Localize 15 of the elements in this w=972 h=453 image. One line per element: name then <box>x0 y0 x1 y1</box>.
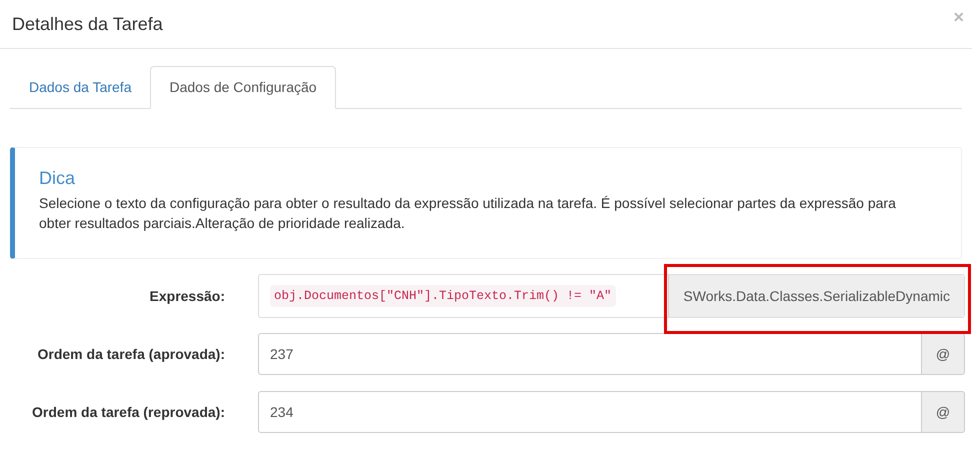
tip-title: Dica <box>39 169 76 187</box>
input-addon: @ <box>922 391 965 433</box>
tab[interactable]: Dados de Configuração <box>150 66 336 109</box>
result-addon: SWorks.Data.Classes.SerializableDynamic <box>668 275 964 317</box>
expression-code: obj.Documentos["CNH"].TipoTexto.Trim() != "A" <box>270 284 616 308</box>
tab[interactable]: Dados da Tarefa <box>10 66 150 108</box>
dialog-title: Detalhes da Tarefa <box>12 12 163 36</box>
expression-field[interactable]: obj.Documentos["CNH"].TipoTexto.Trim() != "A" SWorks.Data.Classes.SerializableDynamic <box>258 274 965 318</box>
field-label: Ordem da tarefa (aprovada): <box>36 344 225 364</box>
input-addon: @ <box>922 333 965 375</box>
tip-text: Selecione o texto da configuração para obter o resultado da expressão utilizada na tarefa. É possível selecionar partes da expressão para obter resultados parciais.Alteração de prioridade realizada. <box>39 194 897 233</box>
input-field[interactable]: 234 <box>258 391 922 433</box>
field-label: Expressão: <box>148 286 225 306</box>
field-label: Ordem da tarefa (reprovada): <box>31 402 225 422</box>
input-field[interactable]: 237 <box>258 333 922 375</box>
